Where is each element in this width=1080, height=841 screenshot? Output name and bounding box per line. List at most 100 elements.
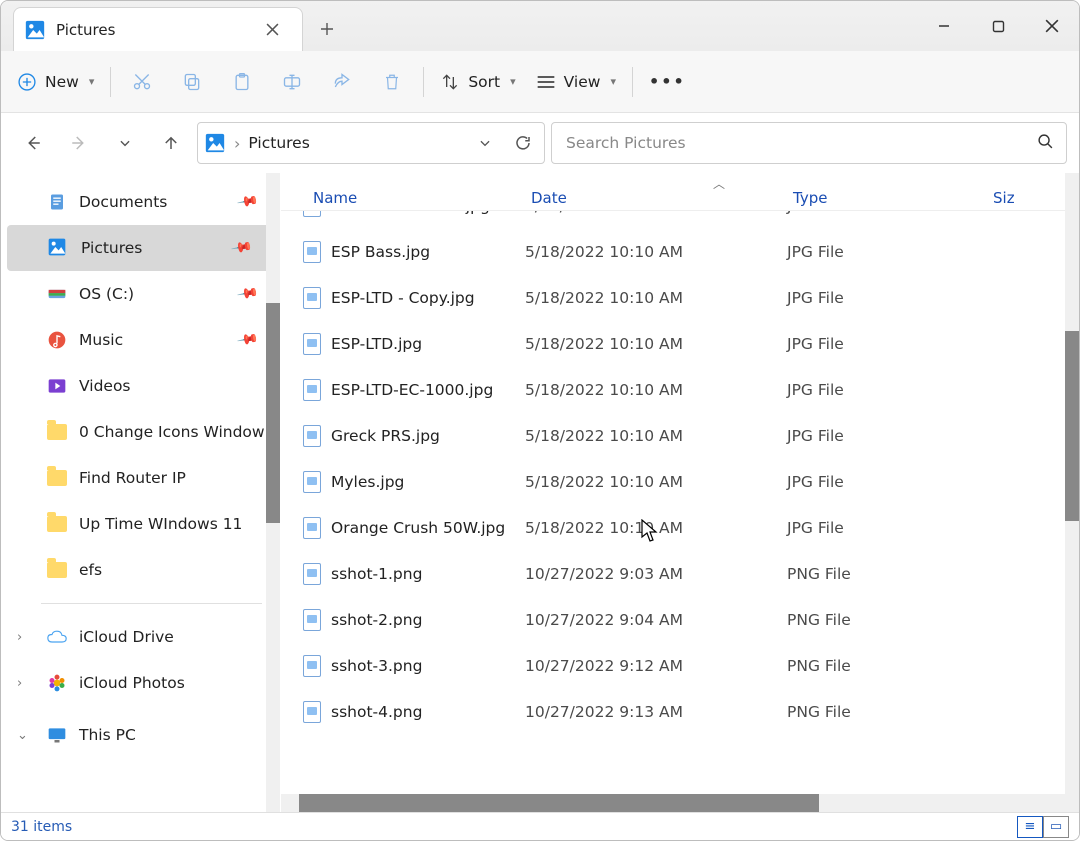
- horizontal-scrollbar-thumb[interactable]: [299, 794, 819, 812]
- refresh-button[interactable]: [508, 128, 538, 158]
- column-header-date[interactable]: Date: [525, 189, 787, 207]
- chevron-right-icon[interactable]: ›: [17, 630, 22, 645]
- file-row[interactable]: ESP-LTD - Copy.jpg5/18/2022 10:10 AMJPG …: [281, 275, 1079, 321]
- clipboard-icon: [232, 72, 252, 92]
- sort-button[interactable]: Sort ▾: [430, 60, 525, 104]
- file-list[interactable]: Collection Grows.jpg5/18/2022 10:10 AMJP…: [281, 211, 1079, 794]
- address-bar[interactable]: › Pictures: [197, 122, 545, 164]
- file-row[interactable]: sshot-3.png10/27/2022 9:12 AMPNG File: [281, 643, 1079, 689]
- column-header-type[interactable]: Type: [787, 189, 987, 207]
- sidebar-item-videos[interactable]: Videos: [1, 363, 280, 409]
- file-type: JPG File: [787, 381, 987, 399]
- file-row[interactable]: Orange Crush 50W.jpg5/18/2022 10:10 AMJP…: [281, 505, 1079, 551]
- file-date: 10/27/2022 9:12 AM: [525, 657, 787, 675]
- file-name: sshot-2.png: [331, 611, 422, 629]
- up-button[interactable]: [151, 123, 191, 163]
- image-file-icon: [303, 287, 321, 309]
- file-name: Collection Grows.jpg: [331, 211, 490, 215]
- file-row[interactable]: Greck PRS.jpg5/18/2022 10:10 AMJPG File: [281, 413, 1079, 459]
- separator: [632, 67, 633, 97]
- file-row[interactable]: Myles.jpg5/18/2022 10:10 AMJPG File: [281, 459, 1079, 505]
- separator: [110, 67, 111, 97]
- copy-button[interactable]: [167, 60, 217, 104]
- column-header-size[interactable]: Siz: [987, 189, 1037, 207]
- chevron-down-icon[interactable]: ⌄: [17, 728, 28, 743]
- breadcrumb-pictures[interactable]: Pictures: [248, 134, 309, 152]
- tab-title: Pictures: [56, 21, 115, 39]
- address-dropdown[interactable]: [470, 128, 500, 158]
- view-button[interactable]: View ▾: [526, 60, 626, 104]
- sidebar-item-label: 0 Change Icons Window: [79, 423, 265, 441]
- thumbnails-view-button[interactable]: ▭: [1043, 816, 1069, 838]
- chevron-right-icon[interactable]: ›: [17, 676, 22, 691]
- view-button-label: View: [564, 73, 601, 91]
- search-box[interactable]: [551, 122, 1067, 164]
- sidebar-item-folder[interactable]: efs: [1, 547, 280, 593]
- sidebar-item-folder[interactable]: Find Router IP: [1, 455, 280, 501]
- file-row[interactable]: sshot-4.png10/27/2022 9:13 AMPNG File: [281, 689, 1079, 735]
- file-row[interactable]: Collection Grows.jpg 5/18/2022 10:10 AMJP…: [281, 211, 1079, 229]
- rename-button[interactable]: [267, 60, 317, 104]
- delete-button[interactable]: [367, 60, 417, 104]
- column-header-name[interactable]: Name: [281, 189, 525, 207]
- details-view-button[interactable]: ≡: [1017, 816, 1043, 838]
- forward-button[interactable]: [59, 123, 99, 163]
- file-row[interactable]: ESP-LTD-EC-1000.jpg 5/18/2022 10:10 AMJPG…: [281, 367, 1079, 413]
- window-controls: [917, 1, 1079, 51]
- recent-dropdown[interactable]: [105, 123, 145, 163]
- new-tab-button[interactable]: [307, 9, 347, 49]
- icloud-photos-icon: [47, 673, 67, 693]
- sidebar-item-os-c[interactable]: OS (C:) 📌: [1, 271, 280, 317]
- image-file-icon: [303, 425, 321, 447]
- maximize-button[interactable]: [971, 1, 1025, 51]
- minimize-button[interactable]: [917, 1, 971, 51]
- file-date: 5/18/2022 10:10 AM: [525, 381, 787, 399]
- sidebar-item-label: This PC: [79, 726, 136, 744]
- share-button[interactable]: [317, 60, 367, 104]
- file-row[interactable]: ESP-LTD.jpg5/18/2022 10:10 AMJPG File: [281, 321, 1079, 367]
- file-type: JPG File: [787, 211, 987, 215]
- cut-button[interactable]: [117, 60, 167, 104]
- sidebar-item-label: Music: [79, 331, 123, 349]
- sidebar-scrollbar-thumb[interactable]: [266, 303, 280, 523]
- search-input[interactable]: [564, 133, 1029, 153]
- chevron-down-icon: ▾: [510, 75, 516, 88]
- file-name: ESP-LTD - Copy.jpg: [331, 289, 475, 307]
- folder-icon: [47, 470, 67, 486]
- sidebar-item-documents[interactable]: Documents 📌: [1, 179, 280, 225]
- pictures-icon: [47, 237, 69, 259]
- file-type: PNG File: [787, 565, 987, 583]
- tab-close-button[interactable]: [256, 14, 288, 46]
- sidebar-item-label: Up Time WIndows 11: [79, 515, 242, 533]
- more-button[interactable]: •••: [639, 60, 696, 104]
- new-button[interactable]: New ▾: [7, 60, 104, 104]
- file-row[interactable]: sshot-2.png10/27/2022 9:04 AMPNG File: [281, 597, 1079, 643]
- file-name: ESP-LTD-EC-1000.jpg: [331, 381, 493, 399]
- sidebar-item-folder[interactable]: 0 Change Icons Window: [1, 409, 280, 455]
- sidebar-item-music[interactable]: Music 📌: [1, 317, 280, 363]
- titlebar: Pictures: [1, 1, 1079, 51]
- close-window-button[interactable]: [1025, 1, 1079, 51]
- paste-button[interactable]: [217, 60, 267, 104]
- file-row[interactable]: ESP Bass.jpg5/18/2022 10:10 AMJPG File: [281, 229, 1079, 275]
- file-date: 5/18/2022 10:10 AM: [525, 211, 787, 215]
- tab-pictures[interactable]: Pictures: [13, 7, 303, 51]
- image-file-icon: [303, 379, 321, 401]
- file-type: PNG File: [787, 703, 987, 721]
- image-file-icon: [303, 517, 321, 539]
- sidebar-item-this-pc[interactable]: ⌄ This PC: [1, 712, 280, 758]
- monitor-icon: [47, 725, 67, 745]
- file-row[interactable]: sshot-1.png10/27/2022 9:03 AMPNG File: [281, 551, 1079, 597]
- vertical-scrollbar[interactable]: [1065, 173, 1079, 794]
- sidebar-item-pictures[interactable]: Pictures 📌: [7, 225, 274, 271]
- image-file-icon: [303, 471, 321, 493]
- sidebar-item-icloud-photos[interactable]: › iCloud Photos: [1, 660, 280, 706]
- search-icon[interactable]: [1037, 133, 1054, 154]
- vertical-scrollbar-thumb[interactable]: [1065, 331, 1079, 521]
- horizontal-scrollbar[interactable]: [281, 794, 1079, 812]
- sidebar-item-label: Videos: [79, 377, 131, 395]
- sidebar-item-folder[interactable]: Up Time WIndows 11: [1, 501, 280, 547]
- drive-icon: [47, 284, 67, 304]
- back-button[interactable]: [13, 123, 53, 163]
- sidebar-item-icloud-drive[interactable]: › iCloud Drive: [1, 614, 280, 660]
